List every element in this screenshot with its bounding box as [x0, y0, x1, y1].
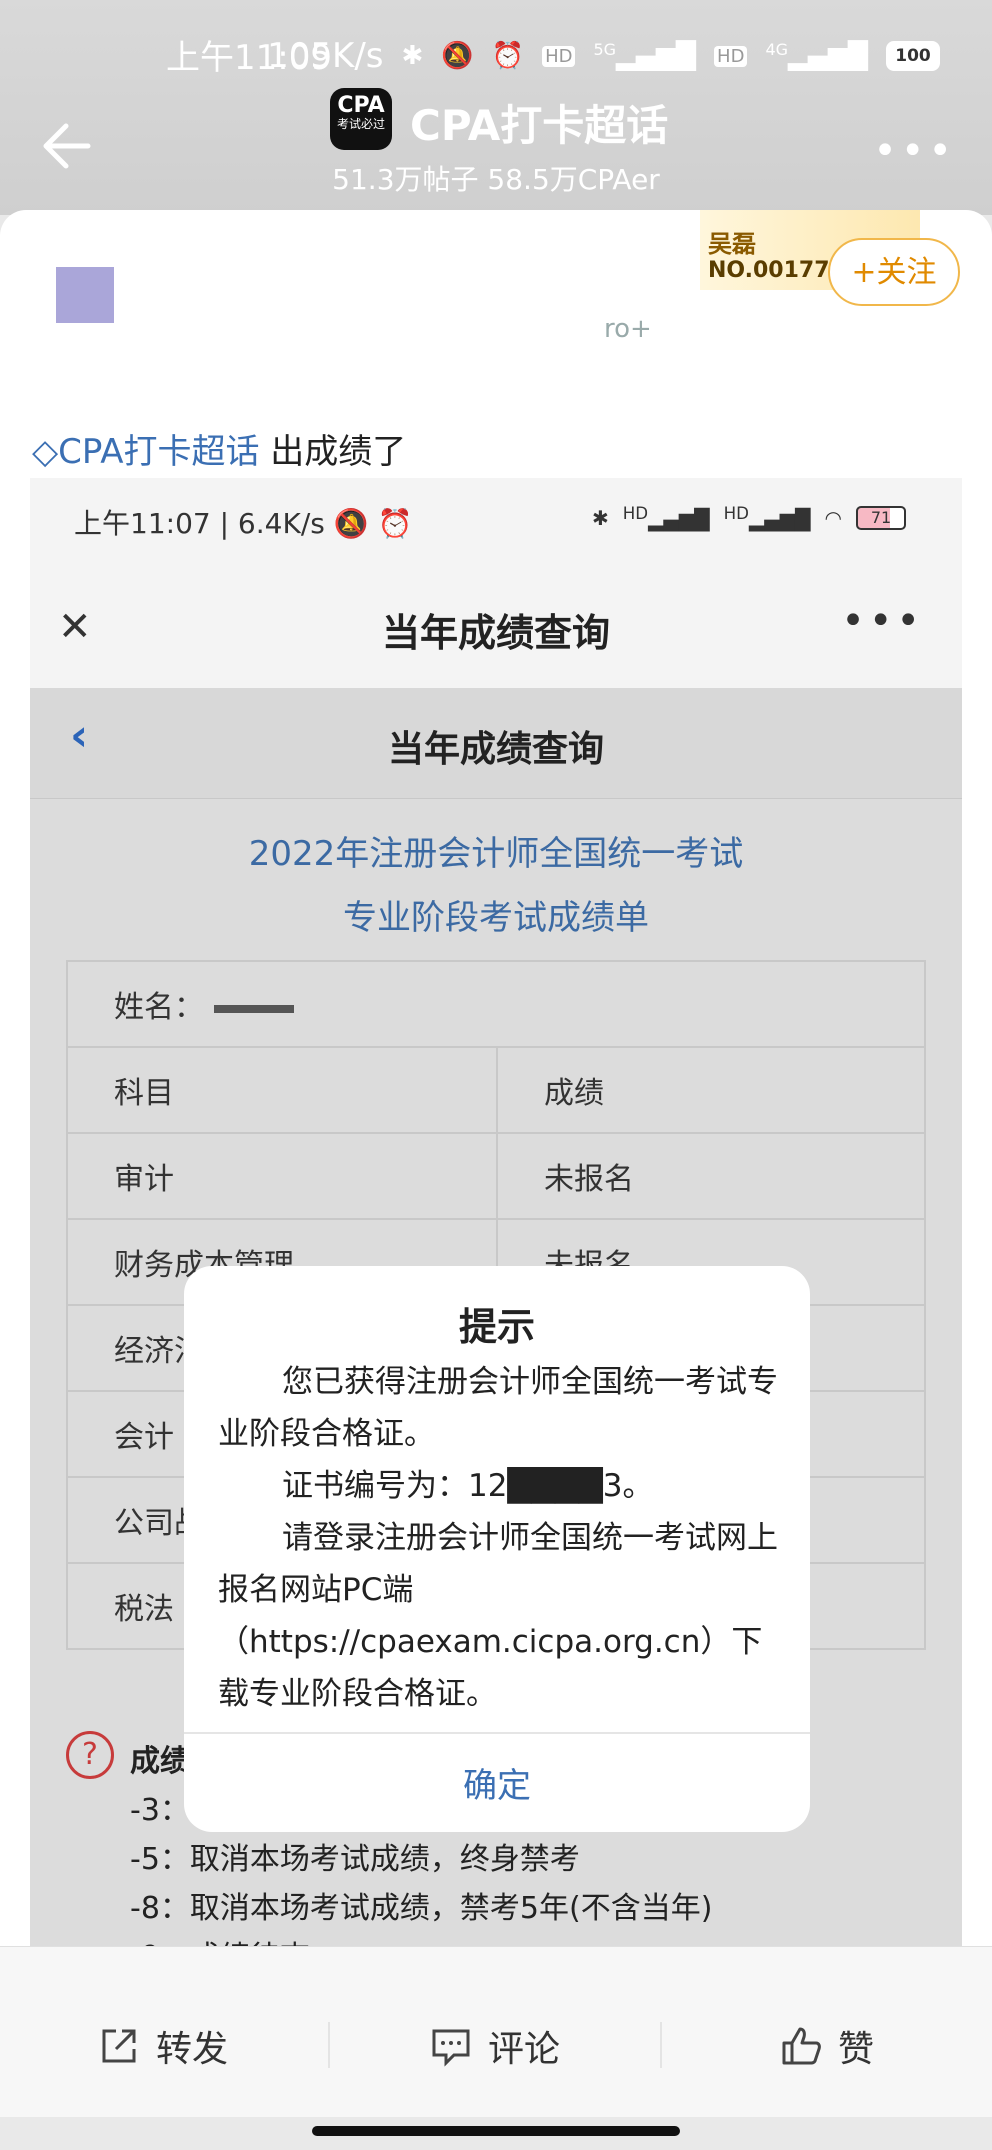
like-button[interactable]: 赞 — [780, 2020, 874, 2072]
tip-dialog: 提示 您已获得注册会计师全国统一考试专业阶段合格证。 证书编号为：12████3… — [184, 1266, 810, 1832]
dialog-text-1: 您已获得注册会计师全国统一考试专业阶段合格证。 — [218, 1364, 778, 1452]
table-row: 姓名： — [66, 960, 926, 1048]
signal-5g-icon: 5G▂▄▆█ — [593, 40, 697, 72]
help-icon[interactable]: ? — [66, 1731, 114, 1779]
topic-title: CPA打卡超话 — [410, 101, 669, 150]
score-cell: 未报名 — [496, 1132, 926, 1220]
user-badge-text: ro+ — [604, 314, 652, 344]
battery-icon: 100 — [886, 41, 940, 71]
topic-logo: CPA 考试必过 — [330, 88, 392, 150]
note-item: -5：取消本场考试成绩，终身禁考 — [130, 1842, 580, 1877]
mute-icon: 🔕 — [441, 41, 474, 71]
wifi-icon: ◠ — [824, 505, 842, 530]
confirm-button[interactable]: 确定 — [184, 1758, 810, 1807]
table-row: 审计 未报名 — [66, 1132, 926, 1220]
hd-icon: HD — [542, 45, 576, 67]
dialog-text-2: 证书编号为：12████3。 — [282, 1468, 654, 1504]
diamond-icon: ◇ — [32, 432, 59, 472]
name-cell: 姓名： — [66, 960, 926, 1048]
forward-button[interactable]: 转发 — [98, 2020, 228, 2072]
hd-icon-2: HD — [714, 45, 748, 67]
more-options-icon[interactable]: ••• — [873, 128, 956, 174]
network-speed: 105K/s — [267, 36, 384, 76]
certificate-number: 12████3。 — [468, 1468, 654, 1504]
header-subject: 科目 — [66, 1046, 498, 1134]
note-item: -8：取消本场考试成绩，禁考5年(不含当年) — [130, 1891, 713, 1926]
page-nav-title: 当年成绩查询 — [387, 729, 604, 770]
comment-button[interactable]: 评论 — [430, 2020, 560, 2072]
report-heading-1: 2022年注册会计师全国统一考试 — [248, 834, 744, 874]
signal-icon-2: HD▂▄▆█ — [723, 504, 811, 532]
signal-icon: HD▂▄▆█ — [622, 504, 710, 532]
bluetooth-icon: ✱ — [592, 505, 609, 530]
inner-window-titlebar: ✕ 当年成绩查询 ••• — [30, 568, 962, 688]
alarm-icon: ⏰ — [491, 41, 525, 71]
user-avatar[interactable] — [56, 267, 114, 323]
dialog-title: 提示 — [458, 1305, 535, 1349]
window-title: 当年成绩查询 — [381, 611, 610, 655]
home-indicator[interactable] — [312, 2126, 680, 2136]
table-row: 科目 成绩 — [66, 1046, 926, 1134]
topic-tag-link[interactable]: ◇CPA打卡超话 — [32, 432, 259, 472]
follow-button[interactable]: +关注 — [828, 238, 960, 306]
signal-4g-icon: 4G▂▄▆█ — [765, 40, 868, 72]
thumbs-up-icon — [782, 2027, 821, 2065]
dialog-divider — [184, 1732, 810, 1734]
more-options-icon[interactable]: ••• — [841, 598, 924, 644]
divider — [328, 2022, 330, 2068]
inner-status-icons: ✱ HD▂▄▆█ HD▂▄▆█ ◠ 71 — [592, 504, 906, 532]
status-icons: 105K/s ✱ 🔕 ⏰ HD 5G▂▄▆█ HD 4G▂▄▆█ 100 — [267, 36, 940, 76]
header-score: 成绩 — [496, 1046, 926, 1134]
inner-status-bar: 上午11:07 | 6.4K/s 🔕 ⏰ ✱ HD▂▄▆█ HD▂▄▆█ ◠ 7… — [30, 478, 962, 568]
battery-icon: 71 — [856, 505, 906, 530]
bluetooth-icon: ✱ — [401, 41, 424, 71]
inner-status-time: 上午11:07 | 6.4K/s 🔕 ⏰ — [74, 507, 413, 540]
page-nav: ‹ 当年成绩查询 — [30, 688, 962, 799]
comment-icon — [432, 2029, 470, 2067]
dialog-body: 您已获得注册会计师全国统一考试专业阶段合格证。 证书编号为：12████3。 请… — [218, 1356, 788, 1720]
post-text: ◇CPA打卡超话 出成绩了 — [32, 432, 407, 472]
share-icon — [102, 2029, 136, 2063]
report-heading-2: 专业阶段考试成绩单 — [343, 898, 649, 938]
topic-stats: 51.3万帖子 58.5万CPAer — [332, 163, 660, 196]
subject-cell: 审计 — [66, 1132, 498, 1220]
divider — [660, 2022, 662, 2068]
dialog-text-3: 请登录注册会计师全国统一考试网上报名网站PC端（https://cpaexam.… — [218, 1520, 778, 1712]
